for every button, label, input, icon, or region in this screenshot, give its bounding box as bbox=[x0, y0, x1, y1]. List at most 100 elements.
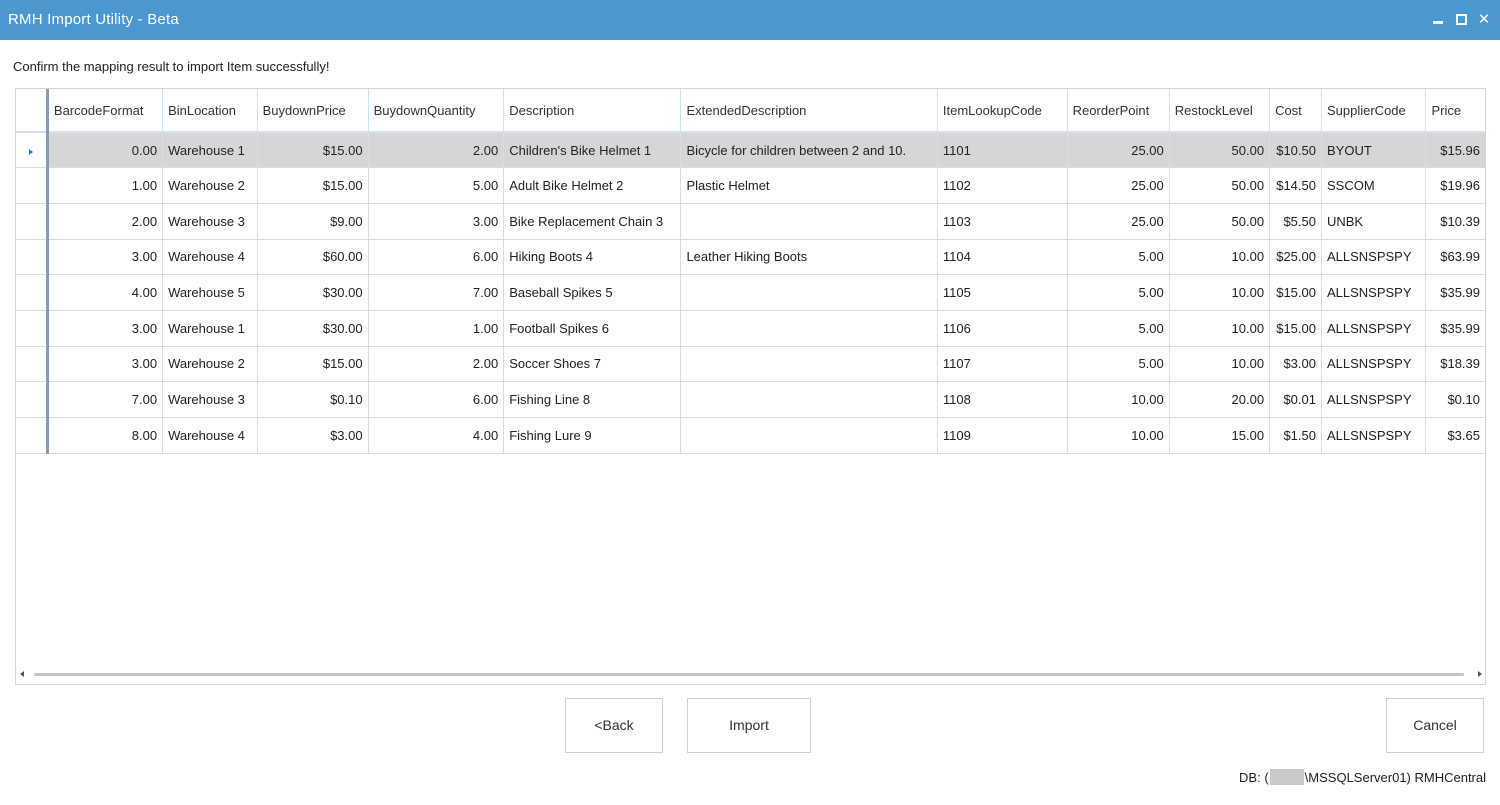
table-cell[interactable]: $18.39 bbox=[1425, 346, 1485, 383]
table-row[interactable]: 3.00 Warehouse 4 $60.00 6.00 Hiking Boots 4L… bbox=[16, 239, 1485, 276]
column-header[interactable]: SupplierCode bbox=[1321, 89, 1427, 133]
table-cell[interactable]: $14.50 bbox=[1269, 167, 1322, 204]
column-header[interactable]: ItemLookupCode bbox=[937, 89, 1068, 133]
table-cell[interactable]: 2.00 bbox=[368, 346, 505, 383]
table-cell[interactable]: 50.00 bbox=[1169, 132, 1271, 169]
table-cell[interactable]: 6.00 bbox=[368, 239, 505, 276]
table-cell[interactable]: Adult Bike Helmet 2 bbox=[503, 167, 682, 204]
table-cell[interactable]: $3.00 bbox=[1269, 346, 1322, 383]
table-row[interactable]: 4.00 Warehouse 5 $30.00 7.00 Baseball Spikes… bbox=[16, 274, 1485, 311]
table-cell[interactable]: 1101 bbox=[937, 132, 1068, 169]
table-cell[interactable]: $35.99 bbox=[1425, 274, 1485, 311]
table-cell[interactable]: 10.00 bbox=[1169, 346, 1271, 383]
table-cell[interactable]: $15.00 bbox=[257, 167, 369, 204]
table-cell[interactable] bbox=[680, 310, 938, 347]
row-header[interactable] bbox=[16, 203, 49, 240]
row-header[interactable] bbox=[16, 381, 49, 418]
table-cell[interactable]: 1106 bbox=[937, 310, 1068, 347]
table-cell[interactable] bbox=[680, 346, 938, 383]
row-header[interactable] bbox=[16, 239, 49, 276]
table-row[interactable]: 8.00 Warehouse 4 $3.00 4.00 Fishing Lure 9 11… bbox=[16, 417, 1485, 454]
table-cell[interactable]: 6.00 bbox=[368, 381, 505, 418]
table-cell[interactable]: 1108 bbox=[937, 381, 1068, 418]
maximize-button[interactable] bbox=[1452, 10, 1470, 30]
table-cell[interactable]: Warehouse 2 bbox=[162, 167, 258, 204]
row-header[interactable] bbox=[16, 417, 49, 454]
table-cell[interactable]: $15.00 bbox=[257, 132, 369, 169]
table-cell[interactable]: Warehouse 3 bbox=[162, 381, 258, 418]
table-cell[interactable]: $10.50 bbox=[1269, 132, 1322, 169]
table-cell[interactable]: $15.00 bbox=[1269, 274, 1322, 311]
table-cell[interactable]: $35.99 bbox=[1425, 310, 1485, 347]
table-cell[interactable]: 10.00 bbox=[1169, 310, 1271, 347]
table-cell[interactable] bbox=[680, 417, 938, 454]
table-cell[interactable]: 5.00 bbox=[1067, 310, 1170, 347]
table-cell[interactable]: Plastic Helmet bbox=[680, 167, 938, 204]
table-cell[interactable]: 50.00 bbox=[1169, 203, 1271, 240]
table-cell[interactable]: 2.00 bbox=[368, 132, 505, 169]
column-header[interactable]: Cost bbox=[1269, 89, 1322, 133]
table-cell[interactable]: 15.00 bbox=[1169, 417, 1271, 454]
table-cell[interactable]: 1103 bbox=[937, 203, 1068, 240]
table-cell[interactable]: $0.01 bbox=[1269, 381, 1322, 418]
table-cell[interactable]: $5.50 bbox=[1269, 203, 1322, 240]
table-cell[interactable]: 1.00 bbox=[47, 167, 164, 204]
table-cell[interactable]: 5.00 bbox=[1067, 239, 1170, 276]
table-cell[interactable]: ALLSNSPSPY bbox=[1321, 310, 1427, 347]
column-header[interactable]: BarcodeFormat bbox=[47, 89, 164, 133]
table-cell[interactable]: $15.96 bbox=[1425, 132, 1485, 169]
table-cell[interactable]: 25.00 bbox=[1067, 203, 1170, 240]
close-button[interactable]: ✕ bbox=[1475, 10, 1493, 30]
table-cell[interactable]: 3.00 bbox=[47, 239, 164, 276]
minimize-button[interactable] bbox=[1429, 10, 1447, 30]
table-cell[interactable]: $30.00 bbox=[257, 310, 369, 347]
table-cell[interactable]: $3.65 bbox=[1425, 417, 1485, 454]
table-cell[interactable]: Warehouse 2 bbox=[162, 346, 258, 383]
table-cell[interactable]: 0.00 bbox=[47, 132, 164, 169]
table-cell[interactable]: $9.00 bbox=[257, 203, 369, 240]
table-row[interactable]: 3.00 Warehouse 2 $15.00 2.00 Soccer Shoes 7 1… bbox=[16, 346, 1485, 383]
table-cell[interactable]: 1107 bbox=[937, 346, 1068, 383]
table-cell[interactable]: 4.00 bbox=[47, 274, 164, 311]
table-row[interactable]: 3.00 Warehouse 1 $30.00 1.00 Football Spikes… bbox=[16, 310, 1485, 347]
column-header[interactable]: Description bbox=[503, 89, 682, 133]
table-cell[interactable]: UNBK bbox=[1321, 203, 1427, 240]
table-cell[interactable]: 10.00 bbox=[1067, 381, 1170, 418]
table-row[interactable]: 2.00 Warehouse 3 $9.00 3.00 Bike Replacement… bbox=[16, 203, 1485, 240]
table-cell[interactable]: 2.00 bbox=[47, 203, 164, 240]
table-cell[interactable]: 7.00 bbox=[47, 381, 164, 418]
table-cell[interactable]: 1102 bbox=[937, 167, 1068, 204]
table-cell[interactable]: $1.50 bbox=[1269, 417, 1322, 454]
table-cell[interactable]: 5.00 bbox=[368, 167, 505, 204]
table-cell[interactable]: 3.00 bbox=[47, 346, 164, 383]
row-header[interactable] bbox=[16, 274, 49, 311]
table-cell[interactable]: ALLSNSPSPY bbox=[1321, 381, 1427, 418]
table-cell[interactable]: $60.00 bbox=[257, 239, 369, 276]
table-cell[interactable]: $19.96 bbox=[1425, 167, 1485, 204]
table-cell[interactable]: $0.10 bbox=[257, 381, 369, 418]
table-cell[interactable]: Football Spikes 6 bbox=[503, 310, 682, 347]
table-cell[interactable]: Children's Bike Helmet 1 bbox=[503, 132, 682, 169]
table-cell[interactable]: Warehouse 5 bbox=[162, 274, 258, 311]
table-cell[interactable]: Warehouse 3 bbox=[162, 203, 258, 240]
table-cell[interactable]: 5.00 bbox=[1067, 274, 1170, 311]
table-cell[interactable] bbox=[680, 203, 938, 240]
table-cell[interactable]: Leather Hiking Boots bbox=[680, 239, 938, 276]
table-cell[interactable]: 1109 bbox=[937, 417, 1068, 454]
table-cell[interactable]: ALLSNSPSPY bbox=[1321, 346, 1427, 383]
table-cell[interactable]: Warehouse 1 bbox=[162, 310, 258, 347]
table-cell[interactable]: $15.00 bbox=[1269, 310, 1322, 347]
table-cell[interactable] bbox=[680, 381, 938, 418]
table-cell[interactable]: 10.00 bbox=[1169, 239, 1271, 276]
table-cell[interactable]: $63.99 bbox=[1425, 239, 1485, 276]
table-cell[interactable]: Fishing Lure 9 bbox=[503, 417, 682, 454]
horizontal-scrollbar[interactable] bbox=[20, 669, 1482, 681]
table-cell[interactable]: 5.00 bbox=[1067, 346, 1170, 383]
scroll-right-icon[interactable] bbox=[1478, 671, 1482, 677]
table-cell[interactable]: SSCOM bbox=[1321, 167, 1427, 204]
table-cell[interactable] bbox=[680, 274, 938, 311]
table-cell[interactable]: 3.00 bbox=[368, 203, 505, 240]
table-cell[interactable]: 25.00 bbox=[1067, 132, 1170, 169]
back-button[interactable]: <Back bbox=[565, 698, 663, 753]
table-cell[interactable]: $0.10 bbox=[1425, 381, 1485, 418]
